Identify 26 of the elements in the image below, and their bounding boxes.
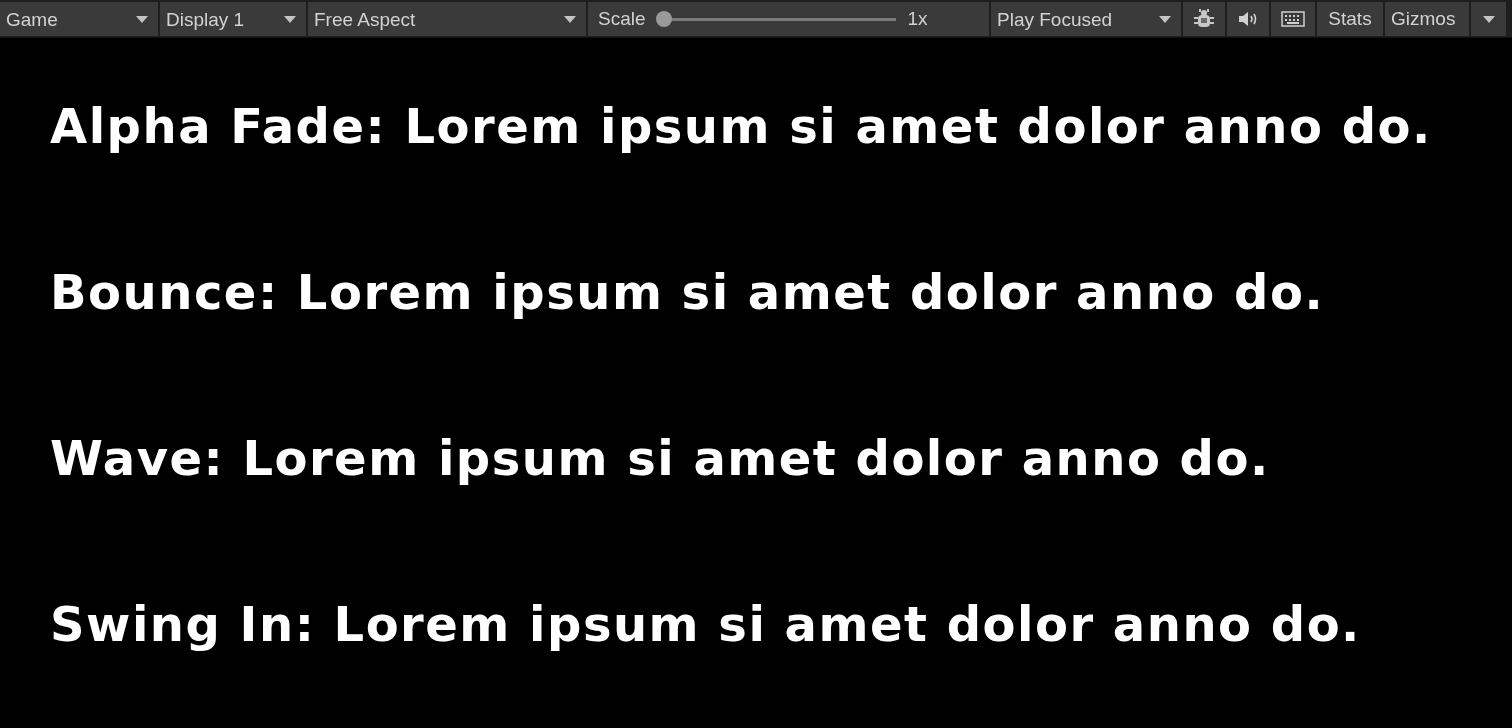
stats-button[interactable]: Stats xyxy=(1317,2,1383,36)
sample-text-line: Swing In: Lorem ipsum si amet dolor anno do. xyxy=(50,595,1361,654)
sample-text-line: Bounce: Lorem ipsum si amet dolor anno do. xyxy=(50,263,1325,322)
bug-button[interactable] xyxy=(1183,2,1225,36)
scale-slider-thumb[interactable] xyxy=(655,11,672,27)
caret-icon xyxy=(564,15,576,23)
keyboard-button[interactable] xyxy=(1271,2,1315,36)
caret-icon xyxy=(1482,15,1495,23)
scale-reading: 1x xyxy=(907,6,928,31)
caret-icon xyxy=(1159,15,1171,23)
gizmos-button[interactable]: Gizmos xyxy=(1385,2,1469,36)
keyboard-icon xyxy=(1281,11,1305,27)
bug-icon xyxy=(1193,8,1215,30)
gizmos-menu-button[interactable] xyxy=(1471,2,1506,36)
scale-label: Scale xyxy=(598,6,646,31)
scale-slider-track[interactable] xyxy=(655,11,896,27)
speaker-icon xyxy=(1238,11,1258,27)
display-dropdown[interactable]: Display 1 xyxy=(160,2,306,36)
caret-icon xyxy=(284,15,296,23)
audio-button[interactable] xyxy=(1227,2,1269,36)
caret-icon xyxy=(136,15,148,23)
play-mode-dropdown[interactable]: Play Focused xyxy=(991,2,1181,36)
sample-text-line: Wave: Lorem ipsum si amet dolor anno do. xyxy=(50,429,1270,488)
view-dropdown[interactable]: Game xyxy=(0,2,158,36)
sample-text-line: Alpha Fade: Lorem ipsum si amet dolor anno do. xyxy=(50,97,1432,156)
aspect-dropdown[interactable]: Free Aspect xyxy=(308,2,586,36)
